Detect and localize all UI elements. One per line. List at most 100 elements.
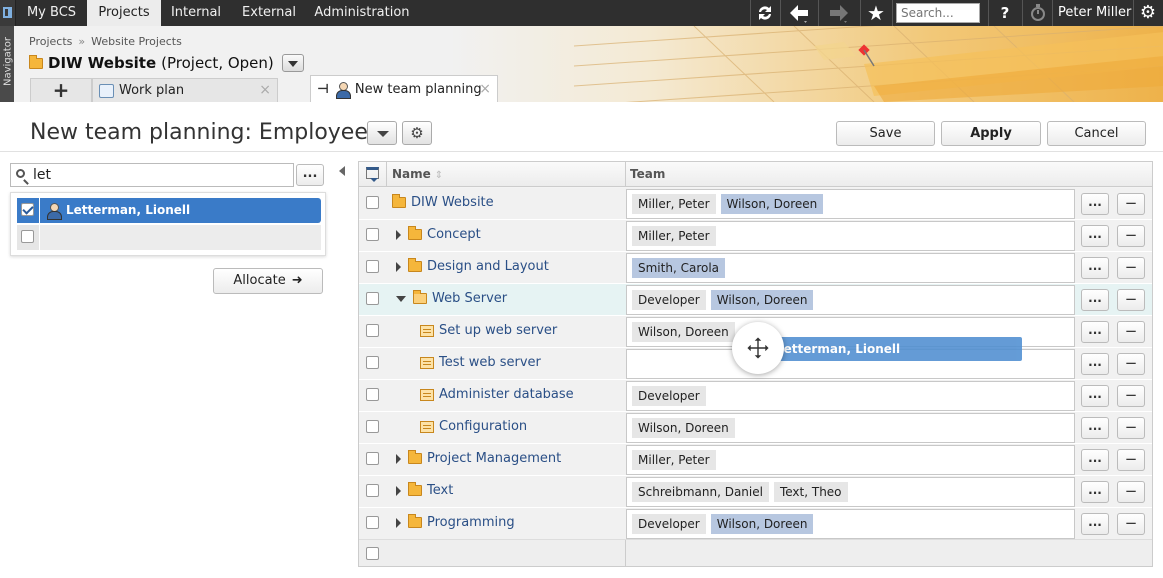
table-row[interactable]: Configuration Wilson, Doreen... − (359, 412, 1152, 444)
row-name[interactable]: Web Server (396, 284, 507, 316)
project-menu-dropdown[interactable] (281, 54, 304, 72)
close-icon[interactable]: × (259, 79, 271, 102)
table-row[interactable]: Design and Layout Smith, Carola... − (359, 252, 1152, 284)
cancel-button[interactable]: Cancel (1047, 121, 1146, 146)
team-cell[interactable]: Developer Wilson, Doreen (626, 509, 1075, 539)
apply-button[interactable]: Apply (941, 121, 1041, 146)
list-item[interactable]: Letterman, Lionell (17, 198, 321, 223)
row-checkbox[interactable] (366, 196, 379, 209)
row-name[interactable]: Design and Layout (396, 252, 549, 284)
row-more-button[interactable]: ... (1081, 385, 1109, 407)
star-icon[interactable]: ★ (862, 0, 890, 26)
result-checkbox[interactable] (21, 203, 34, 216)
column-header-team[interactable]: Team (625, 162, 665, 187)
team-cell[interactable]: Smith, Carola (626, 253, 1075, 283)
row-name[interactable]: Set up web server (420, 316, 557, 348)
team-cell[interactable]: Schreibmann, Daniel Text, Theo (626, 477, 1075, 507)
row-name[interactable]: Configuration (420, 412, 527, 444)
result-checkbox[interactable] (21, 230, 34, 243)
team-member-chip[interactable]: Developer (632, 514, 706, 534)
search-options-button[interactable]: ... (296, 164, 324, 186)
nav-tab-internal[interactable]: Internal (161, 0, 231, 26)
table-row[interactable]: Web Server Developer Wilson, Doreen... − (359, 284, 1152, 316)
table-row[interactable]: Project Management Miller, Peter... − (359, 444, 1152, 476)
table-row[interactable]: Administer database Developer... − (359, 380, 1152, 412)
save-button[interactable]: Save (836, 121, 935, 146)
row-more-button[interactable]: ... (1081, 321, 1109, 343)
team-member-chip[interactable]: Smith, Carola (632, 258, 726, 278)
row-checkbox[interactable] (366, 324, 379, 337)
row-remove-button[interactable]: − (1117, 193, 1145, 215)
team-member-chip[interactable]: Wilson, Doreen (710, 514, 814, 534)
nav-tab-my-bcs[interactable]: My BCS (16, 0, 87, 26)
team-member-chip[interactable]: Miller, Peter (632, 450, 716, 470)
close-icon[interactable]: × (479, 76, 491, 102)
help-icon[interactable]: ? (990, 0, 1020, 26)
current-user-name[interactable]: Peter Miller (1058, 0, 1131, 26)
team-cell[interactable]: Wilson, Doreen (626, 413, 1075, 443)
stopwatch-icon[interactable] (1024, 0, 1052, 26)
tab-work-plan[interactable]: Work plan × (92, 78, 278, 102)
row-more-button[interactable]: ... (1081, 513, 1109, 535)
row-checkbox[interactable] (366, 356, 379, 369)
row-checkbox[interactable] (366, 452, 379, 465)
navigator-toggle[interactable]: Navigator (0, 26, 14, 102)
row-checkbox[interactable] (366, 547, 379, 560)
team-member-chip[interactable]: Miller, Peter (632, 226, 716, 246)
add-tab-button[interactable]: + (30, 78, 92, 102)
row-more-button[interactable]: ... (1081, 417, 1109, 439)
row-remove-button[interactable]: − (1117, 417, 1145, 439)
allocate-button[interactable]: Allocate ➜ (213, 268, 323, 294)
row-checkbox[interactable] (366, 228, 379, 241)
column-chooser-icon[interactable] (359, 162, 387, 187)
team-member-chip[interactable]: Schreibmann, Daniel (632, 482, 769, 502)
team-cell[interactable]: Developer (626, 381, 1075, 411)
nav-tab-projects[interactable]: Projects (87, 0, 161, 26)
employee-search-input[interactable]: let (10, 163, 294, 187)
row-remove-button[interactable]: − (1117, 481, 1145, 503)
team-member-chip[interactable]: Text, Theo (773, 482, 848, 502)
team-cell[interactable]: Miller, Peter (626, 221, 1075, 251)
team-member-chip[interactable]: Wilson, Doreen (720, 194, 824, 214)
nav-tab-external[interactable]: External (231, 0, 307, 26)
breadcrumb-projects[interactable]: Projects (29, 35, 72, 48)
row-more-button[interactable]: ... (1081, 481, 1109, 503)
row-remove-button[interactable]: − (1117, 513, 1145, 535)
row-checkbox[interactable] (366, 292, 379, 305)
gear-icon[interactable]: ⚙ (1134, 0, 1162, 26)
breadcrumb-website-projects[interactable]: Website Projects (91, 35, 182, 48)
team-cell[interactable]: Developer Wilson, Doreen (626, 285, 1075, 315)
row-more-button[interactable]: ... (1081, 193, 1109, 215)
row-name[interactable]: DIW Website (392, 188, 494, 220)
row-remove-button[interactable]: − (1117, 385, 1145, 407)
table-row[interactable]: Concept Miller, Peter... − (359, 220, 1152, 252)
tab-new-team-planning[interactable]: ⊣ New team planning × (310, 75, 498, 102)
row-remove-button[interactable]: − (1117, 257, 1145, 279)
collapse-panel-icon[interactable] (339, 166, 345, 176)
team-member-chip[interactable]: Developer (632, 290, 706, 310)
settings-gear-button[interactable]: ⚙ (402, 121, 432, 145)
team-member-chip[interactable]: Wilson, Doreen (632, 418, 735, 438)
row-checkbox[interactable] (366, 260, 379, 273)
back-arrow-icon[interactable] (782, 0, 816, 26)
global-search-input[interactable] (896, 3, 980, 23)
table-row[interactable]: Text Schreibmann, Daniel Text, Theo... − (359, 476, 1152, 508)
refresh-icon[interactable] (752, 0, 778, 26)
row-more-button[interactable]: ... (1081, 449, 1109, 471)
row-name[interactable]: Test web server (420, 348, 541, 380)
view-dropdown-button[interactable] (367, 121, 397, 145)
list-item[interactable] (17, 225, 321, 250)
row-remove-button[interactable]: − (1117, 225, 1145, 247)
forward-arrow-icon[interactable] (820, 0, 858, 26)
expand-icon[interactable] (396, 517, 401, 528)
team-member-chip[interactable]: Wilson, Doreen (632, 322, 735, 342)
row-remove-button[interactable]: − (1117, 321, 1145, 343)
row-name[interactable]: Administer database (420, 380, 574, 412)
row-name[interactable]: Text (396, 476, 453, 508)
pin-icon[interactable]: ⊣ (317, 76, 329, 102)
expand-icon[interactable] (396, 261, 401, 272)
team-cell[interactable]: Miller, Peter Wilson, Doreen (626, 189, 1075, 219)
row-more-button[interactable]: ... (1081, 225, 1109, 247)
collapse-icon[interactable] (396, 295, 406, 302)
team-member-chip[interactable]: Miller, Peter (632, 194, 716, 214)
